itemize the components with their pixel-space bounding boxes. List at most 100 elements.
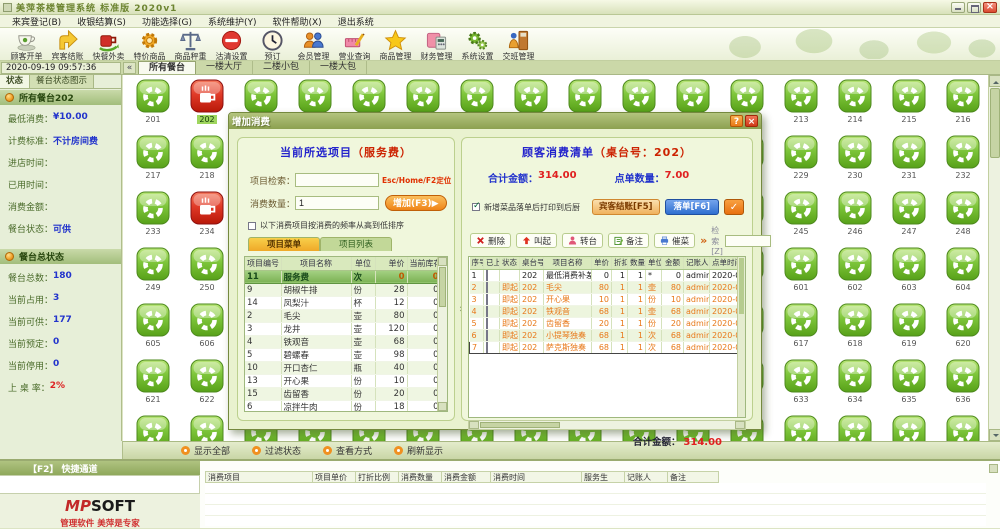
served-checkbox[interactable] [486,330,488,341]
item-row[interactable]: 10开口杏仁瓶400 [245,361,441,374]
action-催菜[interactable]: 催菜 [654,233,695,248]
table-seat-622[interactable]: 622 [180,359,234,415]
toolbar-button-商品秤重[interactable]: 商品秤重 [170,29,211,62]
sort-checkbox[interactable] [248,222,256,230]
item-row[interactable]: 4铁观音壶680 [245,335,441,348]
maximize-button[interactable] [967,2,981,13]
table-seat-636[interactable]: 636 [936,359,988,415]
floor-tab-所有餐台[interactable]: 所有餐台 [138,61,196,74]
table-seat-602[interactable]: 602 [828,247,882,303]
menu-item[interactable]: 退出系统 [330,15,382,28]
toolbar-button-预订[interactable]: 预订 [252,29,293,62]
table-seat-234[interactable]: 234 [180,191,234,247]
table-seat-247[interactable]: 247 [882,191,936,247]
consume-row[interactable]: 5即起202齿留香2011份20admin2020-09-1 [470,317,740,329]
toolbar-button-顾客开单[interactable]: 顾客开单 [6,29,47,62]
table-seat-604[interactable]: 604 [936,247,988,303]
sidebar-tab-餐台状态图示[interactable]: 餐台状态图示 [30,75,94,88]
consume-row[interactable]: 6即起202小提琴独奏6811次68admin2020-09-1 [470,329,740,341]
table-seat-213[interactable]: 213 [774,79,828,135]
table-seat-637[interactable]: 637 [126,415,180,441]
scroll-up-arrow[interactable] [438,257,447,266]
sidebar-tab-状态[interactable]: 状态 [0,75,30,88]
table-seat-638[interactable]: 638 [180,415,234,441]
served-checkbox[interactable] [486,294,488,305]
item-row[interactable]: 13开心果份100 [245,374,441,387]
grid-option-查看方式[interactable]: 查看方式 [323,444,372,457]
table-seat-650[interactable]: 650 [828,415,882,441]
table-seat-634[interactable]: 634 [828,359,882,415]
close-button[interactable] [983,2,997,13]
grid-scrollbar[interactable] [988,75,1000,441]
consume-table[interactable]: 序号已上状态桌台号项目名称单价折扣数量单位金额记账人点单时间1202最低消费补差… [469,257,740,354]
table-seat-249[interactable]: 249 [126,247,180,303]
consume-table-hscroll[interactable] [468,420,746,430]
scroll-right-arrow[interactable] [735,421,745,429]
floor-tab-一楼大包[interactable]: 一楼大包 [310,61,367,74]
action-叫起[interactable]: 叫起 [516,233,557,248]
table-seat-617[interactable]: 617 [774,303,828,359]
table-seat-245[interactable]: 245 [774,191,828,247]
item-row[interactable]: 9胡椒牛排份280 [245,283,441,296]
item-table-scrollbar[interactable] [437,257,447,411]
item-table[interactable]: 项目编号项目名称单位单价当前库存11服务费次009胡椒牛排份28014凤梨汁杯1… [245,257,442,412]
toolbar-button-特价商品[interactable]: 特价商品 [129,29,170,62]
table-seat-621[interactable]: 621 [126,359,180,415]
consume-row[interactable]: 4即起202铁观音6811壶68admin2020-09-1 [470,305,740,317]
table-seat-202[interactable]: 202 [180,79,234,135]
menu-item[interactable]: 来宾登记(B) [4,15,69,28]
table-seat-217[interactable]: 217 [126,135,180,191]
action-备注[interactable]: 备注 [608,233,649,248]
scroll-thumb[interactable] [439,267,446,307]
menu-item[interactable]: 功能选择(G) [134,15,200,28]
table-seat-605[interactable]: 605 [126,303,180,359]
served-checkbox[interactable] [486,318,488,329]
served-checkbox[interactable] [486,342,488,353]
table-seat-231[interactable]: 231 [882,135,936,191]
scroll-down-arrow[interactable] [989,429,1000,441]
quick-panel-input[interactable] [0,475,200,494]
consume-row[interactable]: 3即起202开心果1011份10admin2020-09-1 [470,293,740,305]
collapse-sidebar-button[interactable]: « [123,62,136,74]
action-转台[interactable]: 转台 [562,233,603,248]
table-seat-248[interactable]: 248 [936,191,988,247]
dialog-title-bar[interactable]: 增加消费 ? × [229,113,761,129]
toolbar-button-会员管理[interactable]: 会员管理 [293,29,334,62]
scroll-thumb[interactable] [480,422,560,428]
list-search-input[interactable] [725,235,771,247]
scroll-thumb[interactable] [739,258,744,314]
table-seat-201[interactable]: 201 [126,79,180,135]
toolbar-button-财务管理[interactable]: 财务管理 [416,29,457,62]
item-tab-项目列表[interactable]: 项目列表 [320,237,392,251]
table-seat-246[interactable]: 246 [828,191,882,247]
item-tab-项目菜单[interactable]: 项目菜单 [248,237,320,251]
table-seat-635[interactable]: 635 [882,359,936,415]
item-row[interactable]: 15齿留香份200 [245,387,441,400]
scroll-thumb[interactable] [990,88,1000,158]
grid-option-过滤状态[interactable]: 过滤状态 [252,444,301,457]
table-seat-651[interactable]: 651 [882,415,936,441]
item-row[interactable]: 5碧螺春壶980 [245,348,441,361]
table-seat-606[interactable]: 606 [180,303,234,359]
table-seat-233[interactable]: 233 [126,191,180,247]
table-seat-215[interactable]: 215 [882,79,936,135]
add-button[interactable]: 增加(F3)▶ [385,195,447,211]
table-seat-620[interactable]: 620 [936,303,988,359]
table-seat-633[interactable]: 633 [774,359,828,415]
toolbar-button-宾客结账[interactable]: 宾客结账 [47,29,88,62]
place-order-button[interactable]: 落单[F6] [665,199,720,215]
quick-table-scroll[interactable] [989,464,998,473]
toolbar-button-交班管理[interactable]: 交班管理 [498,29,539,62]
item-row[interactable]: 3龙井壶1200 [245,322,441,335]
item-search-input[interactable] [295,173,379,187]
consume-table-scrollbar[interactable] [737,257,745,417]
confirm-check-button[interactable]: ✓ [724,199,744,215]
table-seat-603[interactable]: 603 [882,247,936,303]
table-seat-652[interactable]: 652 [936,415,988,441]
table-seat-618[interactable]: 618 [828,303,882,359]
menu-item[interactable]: 软件帮助(X) [264,15,329,28]
item-row[interactable]: 14凤梨汁杯120 [245,296,441,309]
grid-option-刷新显示[interactable]: 刷新显示 [394,444,443,457]
scroll-up-arrow[interactable] [989,75,1000,87]
more-arrow[interactable]: » [700,234,707,247]
